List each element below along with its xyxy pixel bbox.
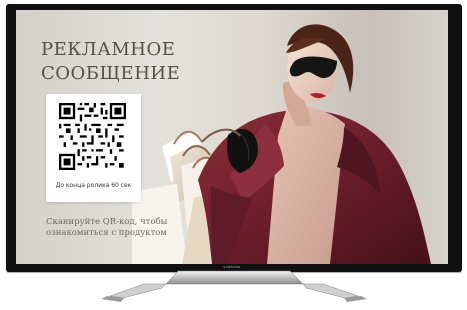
qr-instructions: Сканируйте QR-код, чтобы ознакомиться с … [46, 217, 184, 239]
headline-line-1: РЕКЛАМНОЕ [41, 39, 176, 60]
tv-display: РЕКЛАМНОЕ СООБЩЕНИЕ До конца ролика 60 с… [0, 0, 467, 310]
qr-instructions-line-2: ознакомиться с продуктом [46, 228, 168, 238]
tv-screen: РЕКЛАМНОЕ СООБЩЕНИЕ До конца ролика 60 с… [16, 10, 448, 264]
qr-card[interactable]: До конца ролика 60 сек [46, 94, 141, 202]
qr-instructions-line-1: Сканируйте QR-код, чтобы [46, 217, 168, 227]
qr-code-icon[interactable] [59, 103, 126, 170]
headline-line-2: СООБЩЕНИЕ [41, 63, 181, 84]
samsung-logo-icon: SAMSUNG [223, 265, 241, 269]
ad-headline: РЕКЛАМНОЕ СООБЩЕНИЕ [41, 38, 216, 86]
qr-countdown-label: До конца ролика 60 сек [55, 182, 132, 189]
model-figure [198, 24, 431, 264]
